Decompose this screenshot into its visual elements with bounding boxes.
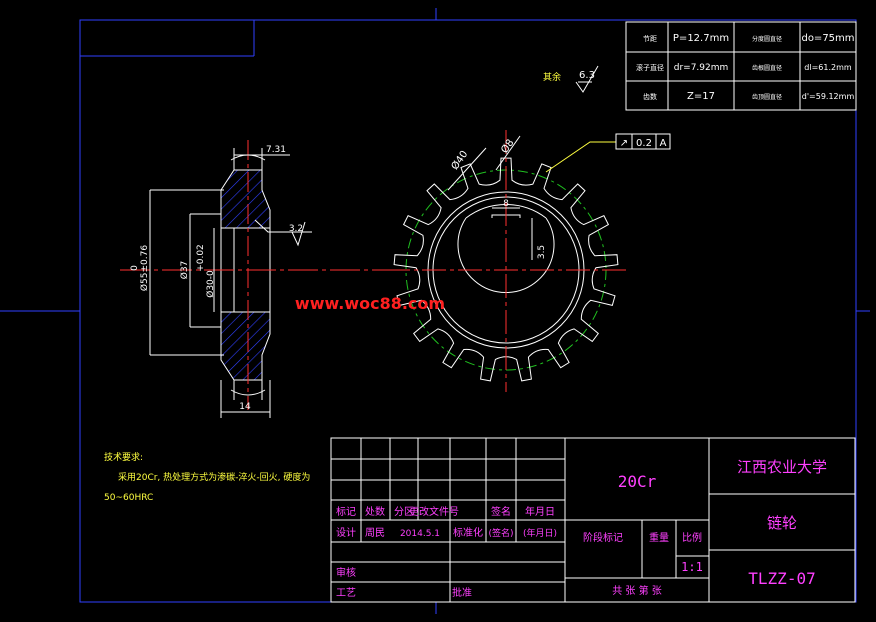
dim-dia-b: Ø8 bbox=[499, 137, 517, 156]
tb-design-date: 2014.5.1 bbox=[400, 529, 440, 539]
front-view: 8 3.5 Ø40 Ø8 bbox=[386, 130, 626, 392]
dim-width-top: 7.31 bbox=[266, 145, 286, 155]
param-pitch-dia-value: do=75mm bbox=[801, 33, 854, 44]
dim-bore-tol: +0.02 bbox=[196, 244, 206, 272]
param-pitch-label: 节距 bbox=[643, 35, 657, 43]
tb-stage-label: 阶段标记 bbox=[583, 531, 623, 544]
tb-process-label: 工艺 bbox=[336, 587, 356, 599]
param-root-dia-value: dl=61.2mm bbox=[804, 63, 852, 72]
tb-school: 江西农业大学 bbox=[737, 458, 827, 476]
tb-standard-label: 标准化 bbox=[453, 526, 483, 539]
param-pitch-dia-label: 分度圆直径 bbox=[752, 35, 782, 43]
drawing-border bbox=[79, 19, 857, 603]
tb-approve-label: 批准 bbox=[452, 586, 472, 599]
dim-bore-dia: Ø37 bbox=[179, 261, 190, 280]
dim-key-depth: 3.5 bbox=[537, 245, 547, 259]
tolerance-datum: A bbox=[660, 138, 667, 149]
tb-h-mark: 标记 bbox=[336, 506, 356, 518]
param-teeth-label: 齿数 bbox=[643, 92, 657, 101]
tb-material: 20Cr bbox=[618, 472, 657, 491]
tb-design-label: 设计 bbox=[336, 526, 356, 539]
tb-h-doc: 更改文件号 bbox=[409, 505, 459, 518]
param-teeth-value: Z=17 bbox=[687, 91, 715, 102]
param-roller-label: 滚子直径 bbox=[636, 63, 664, 72]
dim-bore-dia2: Ø30-0 bbox=[205, 270, 216, 298]
tb-date2: (年月日) bbox=[523, 527, 557, 539]
tb-h-count: 处数 bbox=[365, 505, 385, 518]
param-tip-dia-value: d'=59.12mm bbox=[802, 92, 855, 101]
watermark-text: www.woc88.com bbox=[295, 294, 445, 313]
cad-drawing: 节距 P=12.7mm 滚子直径 dr=7.92mm 齿数 Z=17 分度圆直径… bbox=[0, 8, 870, 614]
dim-outer-dia: Ø55±0.76 bbox=[139, 245, 150, 291]
section-view: 7.31 0 Ø55±0.76 Ø37 +0.02 Ø30-0 14 3.2 bbox=[120, 140, 410, 418]
dim-hub-width: 14 bbox=[239, 402, 251, 412]
tolerance-leader bbox=[545, 141, 616, 173]
tb-sheets: 共 张 第 张 bbox=[612, 584, 662, 597]
dim-outer-prefix: 0 bbox=[130, 265, 140, 271]
tech-req-line2: 50~60HRC bbox=[104, 493, 153, 503]
section-roughness-value: 3.2 bbox=[289, 224, 303, 234]
tolerance-symbol: ↗ bbox=[620, 138, 628, 149]
section-lower-body bbox=[220, 311, 271, 381]
tech-req-title: 技术要求: bbox=[104, 451, 143, 463]
tb-scale-label: 比例 bbox=[682, 531, 702, 544]
section-upper-body bbox=[220, 169, 271, 229]
tb-review-label: 审核 bbox=[336, 566, 356, 579]
param-roller-value: dr=7.92mm bbox=[674, 63, 729, 73]
roughness-label: 其余 bbox=[543, 71, 561, 83]
tb-designer: 周民 bbox=[365, 527, 385, 539]
tech-req-line1: 采用20Cr, 热处理方式为渗碳-淬火-回火, 硬度为 bbox=[118, 471, 310, 483]
tolerance-value: 0.2 bbox=[636, 138, 652, 149]
tb-weight-label: 重量 bbox=[649, 531, 669, 544]
dim-key-width: 8 bbox=[503, 199, 509, 209]
tb-part-name: 链轮 bbox=[767, 514, 797, 532]
tb-h-date: 年月日 bbox=[525, 505, 555, 518]
param-root-dia-label: 齿根圆直径 bbox=[752, 64, 782, 72]
param-tip-dia-label: 齿顶圆直径 bbox=[752, 93, 782, 101]
roughness-value: 6.3 bbox=[579, 70, 595, 81]
tb-h-sign: 签名 bbox=[491, 505, 511, 518]
tb-drawing-no: TLZZ-07 bbox=[748, 569, 815, 588]
param-pitch-value: P=12.7mm bbox=[673, 33, 729, 44]
tb-sign2: (签名) bbox=[488, 527, 513, 539]
tb-scale-value: 1:1 bbox=[681, 560, 703, 574]
